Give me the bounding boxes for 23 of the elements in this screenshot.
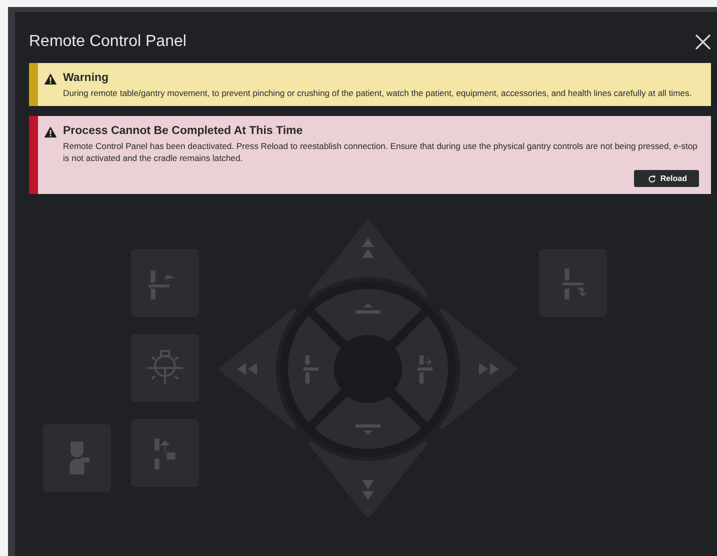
double-arrow-icon xyxy=(479,363,499,375)
bar-arrow-icon xyxy=(562,268,587,300)
bar-arrow-icon xyxy=(303,355,319,384)
bar-arrow-icon xyxy=(417,355,433,384)
warning-icon xyxy=(44,73,57,85)
double-arrow-icon xyxy=(362,238,374,258)
alert-message: Remote Control Panel has been deactivated. Press Reload to reestablish connection. Ensure that during use the physical gantry controls are not being pressed, e-stop is not activated and the cradle remains latched. xyxy=(63,140,698,164)
bar-arrow-icon xyxy=(148,270,176,300)
double-arrow-icon xyxy=(362,480,374,500)
double-arrow-icon xyxy=(237,363,257,375)
close-icon[interactable] xyxy=(695,34,711,50)
alert-message: During remote table/gantry movement, to prevent pinching or crushing of the patient, watch the patient, equipment, accessories, and health lines carefully at all times. xyxy=(63,87,693,99)
bar-arrow-icon xyxy=(154,438,176,470)
bar-arrow-icon xyxy=(355,303,381,314)
bar-arrow-icon xyxy=(355,424,381,435)
reload-button[interactable]: Reload xyxy=(634,170,699,187)
refresh-icon xyxy=(648,174,656,182)
crosshair-light-icon xyxy=(146,350,184,385)
alert-title: Process Cannot Be Completed At This Time xyxy=(63,125,304,137)
person-icon xyxy=(70,442,90,474)
alert-title: Warning xyxy=(63,72,110,84)
window-title: Remote Control Panel xyxy=(29,33,186,51)
warning-icon xyxy=(44,126,57,138)
